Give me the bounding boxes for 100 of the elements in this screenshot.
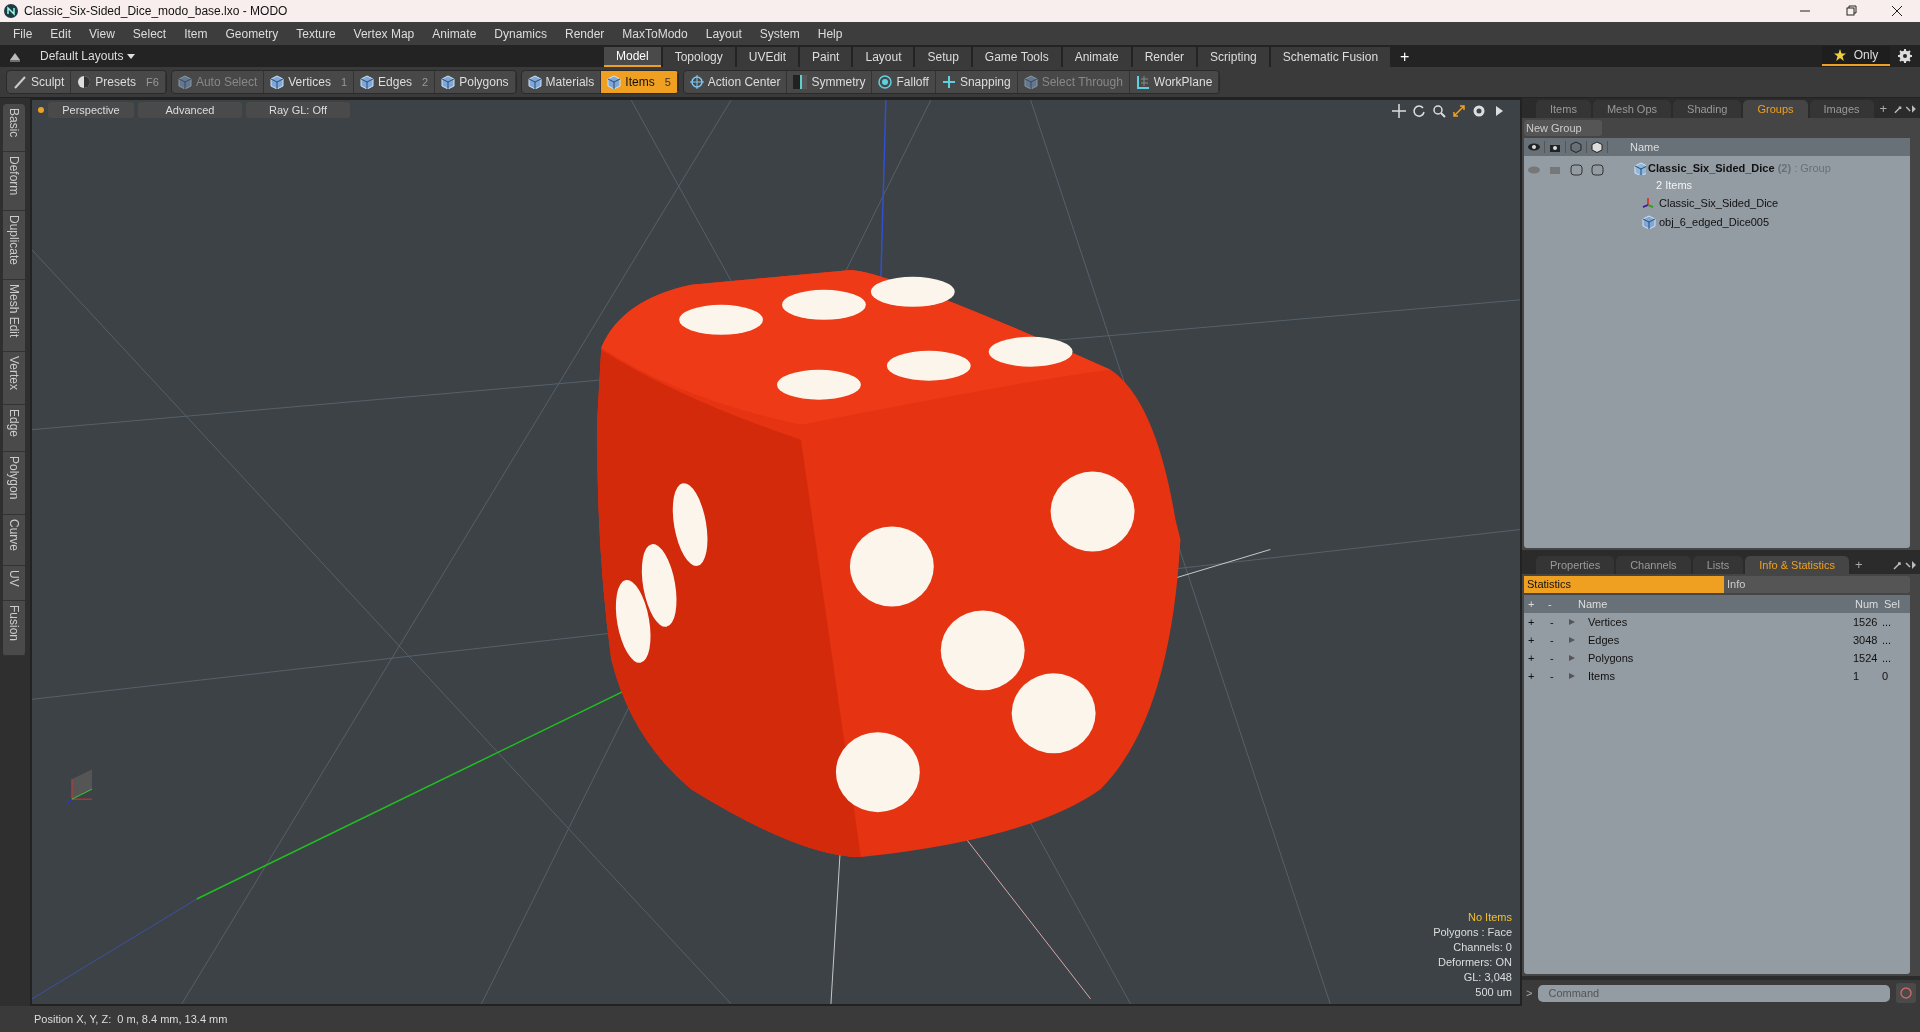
side-tab[interactable]: UV — [3, 565, 25, 602]
menu-item[interactable]: Edit — [41, 24, 81, 43]
panel-tab[interactable]: Properties — [1536, 556, 1615, 574]
panel-tab[interactable]: Channels — [1616, 556, 1691, 574]
panel-tab[interactable]: Groups — [1743, 100, 1808, 118]
viewport-option-button[interactable]: Perspective — [48, 102, 134, 118]
viewport-option-button[interactable]: Advanced — [138, 102, 242, 118]
add-selection-button[interactable]: + — [1524, 649, 1544, 667]
record-button[interactable] — [1896, 983, 1916, 1003]
layout-tab[interactable]: Paint — [800, 47, 852, 67]
menu-item[interactable]: Geometry — [216, 24, 288, 43]
layout-tab[interactable]: Render — [1132, 47, 1197, 67]
panel-tab[interactable]: Shading — [1673, 100, 1742, 118]
menu-item[interactable]: Render — [556, 24, 614, 43]
side-tab[interactable]: Fusion — [3, 601, 25, 657]
menu-item[interactable]: Vertex Map — [344, 24, 424, 43]
menu-item[interactable]: Texture — [287, 24, 345, 43]
remove-selection-button[interactable]: - — [1544, 631, 1564, 649]
circle-icon — [1900, 987, 1912, 999]
toolbar-button[interactable]: Action Center — [683, 71, 788, 93]
side-tab[interactable]: Basic — [3, 104, 25, 153]
menu-item[interactable]: MaxToModo — [613, 24, 697, 43]
toolbar-button[interactable]: Vertices 1 — [264, 71, 355, 93]
cube-icon — [270, 75, 285, 89]
menu-item[interactable]: Dynamics — [485, 24, 556, 43]
viewport-option-button[interactable]: Ray GL: Off — [246, 102, 350, 118]
tree-item[interactable]: obj_6_edged_Dice005 — [1659, 213, 1770, 231]
only-button[interactable]: Only — [1822, 46, 1890, 66]
add-selection-button[interactable]: + — [1524, 667, 1544, 685]
side-tab[interactable]: Polygon — [3, 452, 25, 515]
shortcut-label: F6 — [146, 74, 159, 90]
tree-item[interactable]: Classic_Six_Sided_Dice — [1659, 194, 1779, 212]
settings-icon — [1898, 49, 1912, 63]
layout-tab[interactable]: Animate — [1062, 47, 1131, 67]
toolbar-button[interactable]: WorkPlane — [1129, 71, 1220, 93]
brush-icon — [13, 75, 27, 89]
toolbar-button[interactable]: Polygons — [435, 71, 516, 93]
remove-selection-button[interactable]: - — [1544, 649, 1564, 667]
menu-item[interactable]: View — [80, 24, 124, 43]
toolbar-button[interactable]: Falloff — [872, 71, 936, 93]
toolbar-button[interactable]: Edges 2 — [354, 71, 436, 93]
expand-icon — [1892, 559, 1916, 571]
remove-selection-button[interactable]: - — [1544, 613, 1564, 631]
menu-item[interactable]: Item — [175, 24, 217, 43]
layout-tab[interactable]: UVEdit — [736, 47, 799, 67]
menu-item[interactable]: Animate — [423, 24, 486, 43]
menu-item[interactable]: System — [750, 24, 809, 43]
window-title: Classic_Six-Sided_Dice_modo_base.lxo - MODO — [24, 3, 288, 20]
side-tab[interactable]: Deform — [3, 152, 25, 211]
side-tab[interactable]: Duplicate — [3, 210, 25, 280]
group-icon — [1634, 161, 1646, 175]
menu-item[interactable]: Layout — [696, 24, 751, 43]
panel-tab[interactable]: Info & Statistics — [1745, 556, 1850, 574]
viewport-info-text: Deformers: ON — [1438, 955, 1512, 970]
rotate-icon — [1412, 104, 1426, 118]
viewport[interactable]: Perspective Advanced Ray GL: Off No Items Polygons : Face Channels: 0 Deformers: ON GL: 3,048 500 um — [30, 98, 1522, 1006]
panel-tab[interactable]: Items — [1536, 100, 1591, 118]
table-cell-text: 1524 — [1852, 650, 1879, 666]
layout-tab[interactable]: Schematic Fusion — [1270, 47, 1391, 67]
layout-tab[interactable]: Model — [604, 47, 661, 67]
table-cell-text: Polygons — [1588, 650, 1634, 666]
menu-item[interactable]: Select — [123, 24, 176, 43]
panel-tab[interactable]: Images — [1809, 100, 1874, 118]
table-cell-text: Items — [1588, 668, 1615, 684]
cube-icon — [441, 75, 456, 89]
cube-icon — [1023, 75, 1038, 89]
side-tab[interactable]: Mesh Edit — [3, 279, 25, 353]
new-group-button[interactable]: New Group — [1524, 120, 1602, 136]
panel-tab[interactable]: Lists — [1692, 556, 1744, 574]
command-field[interactable]: Command — [1538, 984, 1890, 1002]
add-selection-button[interactable]: + — [1524, 613, 1544, 631]
layouts-dropdown[interactable]: Default Layouts — [40, 47, 136, 65]
remove-selection-button[interactable]: - — [1544, 667, 1564, 685]
snap-icon — [941, 75, 956, 89]
table-cell-text: 1526 — [1852, 614, 1879, 630]
menu-item[interactable]: Help — [808, 24, 852, 43]
stats-subtab[interactable]: Statistics — [1524, 576, 1724, 593]
toolbar-button[interactable]: Items 5 — [601, 71, 678, 93]
layout-tab[interactable]: Scripting — [1198, 47, 1269, 67]
toolbar-button[interactable]: Presets F6 — [71, 71, 166, 93]
toolbar-button[interactable]: Symmetry — [787, 71, 873, 93]
side-tab[interactable]: Edge — [3, 405, 25, 453]
layout-tab[interactable]: Setup — [915, 47, 971, 67]
add-tab-button[interactable]: + — [1392, 47, 1418, 67]
viewport-info-text: Polygons : Face — [1433, 925, 1512, 940]
stats-subtab[interactable]: Info — [1724, 576, 1910, 593]
side-tab[interactable]: Curve — [3, 514, 25, 566]
layout-tab[interactable]: Layout — [853, 47, 914, 67]
star-icon — [1833, 49, 1846, 61]
side-tab[interactable]: Vertex — [3, 352, 25, 406]
layout-tab[interactable]: Topology — [662, 47, 735, 67]
viewport-menu-icon — [38, 107, 44, 113]
viewport-info-text: 500 um — [1475, 985, 1512, 1000]
layout-tab[interactable]: Game Tools — [972, 47, 1061, 67]
panel-tab[interactable]: Mesh Ops — [1592, 100, 1672, 118]
menu-item[interactable]: File — [4, 24, 42, 43]
toolbar-button[interactable]: Sculpt — [7, 71, 72, 93]
toolbar-button[interactable]: Snapping — [935, 71, 1018, 93]
add-selection-button[interactable]: + — [1524, 631, 1544, 649]
table-cell-text: ... — [1881, 650, 1893, 666]
